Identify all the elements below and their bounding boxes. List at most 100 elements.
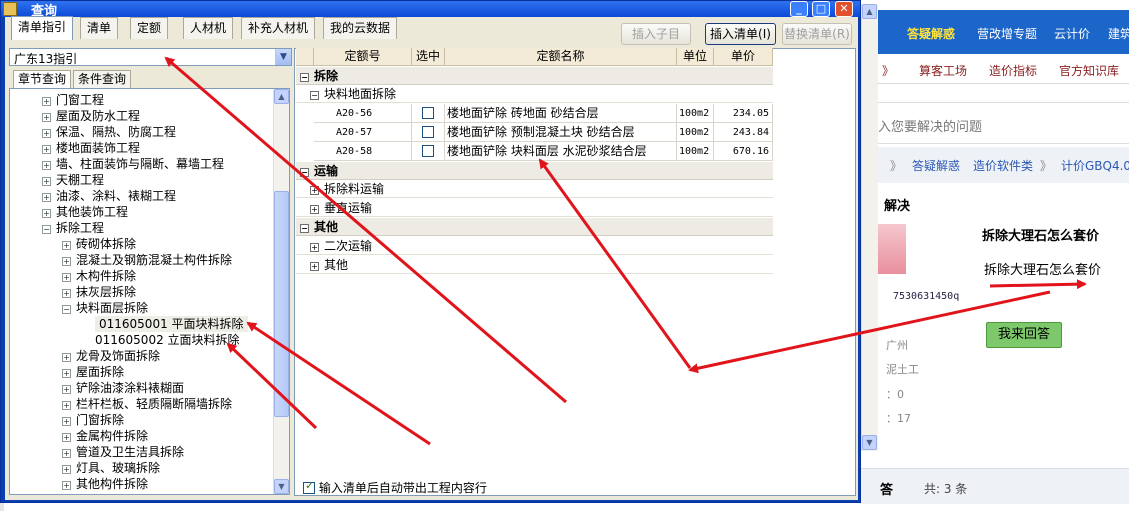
tree-item[interactable]: + 其他构件拆除	[62, 476, 148, 492]
tree-item[interactable]: + 油漆、涂料、裱糊工程	[42, 188, 176, 204]
expand-icon[interactable]: +	[62, 417, 71, 426]
subnav-item[interactable]: 造价指标	[989, 62, 1037, 79]
table-row[interactable]: A20-57 楼地面铲除 预制混凝土块 砂结合层 100m2 243.84	[296, 123, 773, 142]
tree-item[interactable]: + 楼地面装饰工程	[42, 140, 140, 156]
title-bar[interactable]: 查询 _ □ ✕	[1, 1, 860, 19]
scroll-down-icon[interactable]: ▼	[274, 479, 289, 494]
tree-item[interactable]: − 块料面层拆除	[62, 300, 148, 316]
select-checkbox[interactable]	[412, 142, 445, 161]
question-title[interactable]: 拆除大理石怎么套价	[982, 225, 1099, 244]
expand-icon[interactable]: +	[42, 209, 51, 218]
nav-item-cloud[interactable]: 云计价	[1054, 25, 1090, 42]
nav-item-vat[interactable]: 营改增专题	[977, 25, 1037, 42]
tab-list-guide[interactable]: 清单指引	[11, 16, 74, 40]
tree-item[interactable]: − 拆除工程	[42, 220, 104, 236]
expand-icon[interactable]: +	[42, 193, 51, 202]
maximize-icon[interactable]: □	[812, 1, 830, 17]
subgroup-row[interactable]: + 垂直运输	[296, 199, 773, 217]
expand-icon[interactable]: +	[62, 481, 71, 490]
tree-scrollbar[interactable]: ▲ ▼	[273, 89, 289, 494]
scroll-up-icon[interactable]: ▲	[862, 4, 877, 19]
user-id[interactable]: 7530631450q	[893, 291, 959, 302]
tree-item[interactable]: + 保温、隔热、防腐工程	[42, 124, 176, 140]
tab-chapter-query[interactable]: 章节查询	[13, 70, 72, 88]
guide-select[interactable]: 广东13指引 ▼	[9, 48, 292, 66]
browser-scrollbar[interactable]: ▲ ▼	[861, 4, 878, 451]
scroll-down-icon[interactable]: ▼	[862, 435, 877, 450]
collapse-icon[interactable]: −	[62, 305, 71, 314]
table-row[interactable]: A20-56 楼地面铲除 砖地面 砂结合层 100m2 234.05	[296, 104, 773, 123]
subnav-item[interactable]: 官方知识库	[1059, 62, 1119, 79]
select-checkbox[interactable]	[412, 123, 445, 142]
expand-icon[interactable]: +	[62, 273, 71, 282]
chapter-tree[interactable]: + 其他构件拆除 + 灯具、玻璃拆除 + 管道及卫生洁具拆除 + 金属构件拆除 + 门窗拆除 + 栏杆…	[9, 88, 290, 495]
select-checkbox[interactable]	[412, 104, 445, 123]
collapse-icon[interactable]: −	[42, 225, 51, 234]
breadcrumb-item[interactable]: 答疑解惑	[912, 157, 960, 174]
tree-item[interactable]: + 抹灰层拆除	[62, 284, 136, 300]
scroll-thumb[interactable]	[274, 191, 289, 417]
nav-item-build[interactable]: 建筑	[1108, 25, 1129, 42]
tree-item[interactable]: + 门窗工程	[42, 92, 104, 108]
subgroup-row[interactable]: + 其他	[296, 256, 773, 274]
tree-item[interactable]: + 砖砌体拆除	[62, 236, 136, 252]
expand-icon[interactable]: +	[62, 241, 71, 250]
expand-icon[interactable]: +	[62, 257, 71, 266]
tree-item[interactable]: + 木构件拆除	[62, 268, 136, 284]
expand-icon[interactable]: +	[62, 289, 71, 298]
tree-item[interactable]: + 金属构件拆除	[62, 428, 148, 444]
breadcrumb-item[interactable]: 计价GBQ4.0 C	[1061, 157, 1129, 174]
tab-supplement-materials[interactable]: 补充人材机	[241, 17, 316, 39]
tab-quota[interactable]: 定额	[130, 17, 169, 39]
expand-icon[interactable]: +	[42, 113, 51, 122]
breadcrumb-item[interactable]: 造价软件类	[973, 157, 1033, 174]
tree-item[interactable]: + 天棚工程	[42, 172, 104, 188]
subgroup-row[interactable]: + 二次运输	[296, 237, 773, 255]
insert-child-button[interactable]: 插入子目	[621, 23, 691, 45]
expand-icon[interactable]: +	[62, 449, 71, 458]
expand-icon[interactable]: +	[42, 177, 51, 186]
expand-icon[interactable]: +	[62, 401, 71, 410]
minimize-icon[interactable]: _	[790, 1, 808, 17]
tree-item[interactable]: + 栏杆栏板、轻质隔断隔墙拆除	[62, 396, 232, 412]
chevron-down-icon[interactable]: ▼	[275, 49, 291, 65]
group-row-other[interactable]: − 其他	[296, 218, 773, 236]
expand-icon[interactable]: +	[62, 433, 71, 442]
close-icon[interactable]: ✕	[835, 1, 853, 17]
tree-item[interactable]: + 管道及卫生洁具拆除	[62, 444, 184, 460]
tree-item[interactable]: + 屋面及防水工程	[42, 108, 140, 124]
tree-item[interactable]: + 门窗拆除	[62, 412, 124, 428]
question-search-field[interactable]: 入您要解决的问题	[860, 102, 1129, 144]
tab-list[interactable]: 清单	[80, 17, 119, 39]
tab-labor-materials[interactable]: 人材机	[183, 17, 234, 39]
tree-item[interactable]: + 混凝土及钢筋混凝土构件拆除	[62, 252, 232, 268]
expand-icon[interactable]: +	[62, 369, 71, 378]
expand-icon[interactable]: +	[42, 97, 51, 106]
group-row-transport[interactable]: − 运输	[296, 162, 773, 180]
auto-bring-option[interactable]: 输入清单后自动带出工程内容行	[303, 479, 487, 496]
insert-list-button[interactable]: 插入清单(I)	[705, 23, 776, 45]
subgroup-row[interactable]: + 拆除料运输	[296, 180, 773, 198]
tree-item[interactable]: + 屋面拆除	[62, 364, 124, 380]
expand-icon[interactable]: +	[62, 353, 71, 362]
subgroup-row[interactable]: − 块料地面拆除	[296, 85, 773, 103]
scroll-up-icon[interactable]: ▲	[274, 89, 289, 104]
tree-item[interactable]: + 其他装饰工程	[42, 204, 128, 220]
expand-icon[interactable]: +	[62, 465, 71, 474]
group-row-demolition[interactable]: − 拆除	[296, 67, 773, 85]
auto-bring-checkbox[interactable]	[303, 479, 315, 494]
tree-item[interactable]: + 墙、柱面装饰与隔断、幕墙工程	[42, 156, 224, 172]
expand-icon[interactable]: +	[62, 385, 71, 394]
expand-icon[interactable]: +	[42, 145, 51, 154]
table-row[interactable]: A20-58 楼地面铲除 块料面层 水泥砂浆结合层 100m2 670.16	[296, 142, 773, 161]
tree-item[interactable]: 011605002 立面块料拆除	[95, 332, 240, 348]
tree-item[interactable]: + 灯具、玻璃拆除	[62, 460, 160, 476]
tree-item[interactable]: + 铲除油漆涂料裱糊面	[62, 380, 184, 396]
tab-cloud-data[interactable]: 我的云数据	[323, 17, 398, 39]
tree-item[interactable]: 011605001 平面块料拆除	[95, 316, 248, 332]
nav-item-qa[interactable]: 答疑解惑	[907, 25, 955, 42]
expand-icon[interactable]: +	[42, 129, 51, 138]
answer-button[interactable]: 我来回答	[986, 322, 1062, 348]
subnav-item[interactable]: 算客工场	[919, 62, 967, 79]
tab-condition-query[interactable]: 条件查询	[73, 70, 132, 88]
